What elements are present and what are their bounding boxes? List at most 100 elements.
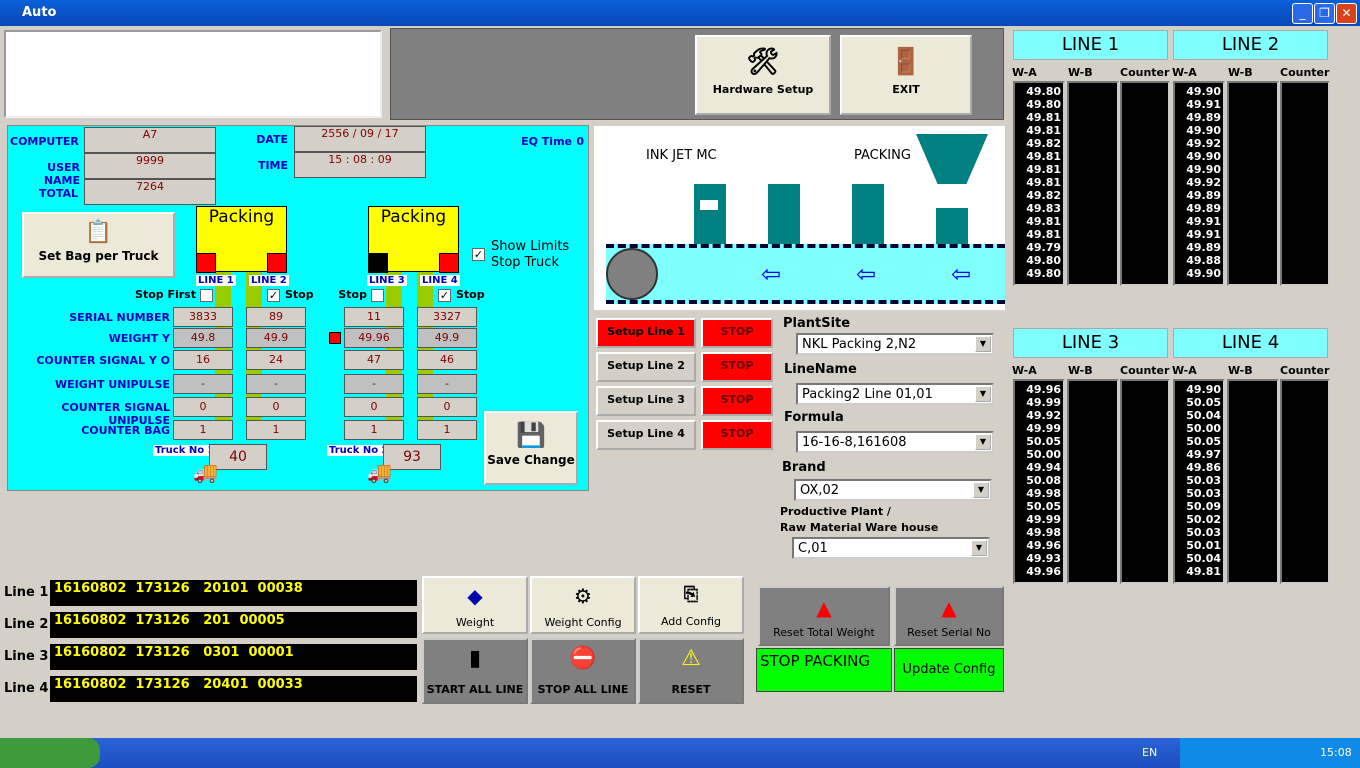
setup-line-button[interactable]: Setup Line 3 xyxy=(596,386,696,416)
chevron-down-icon[interactable]: ▼ xyxy=(973,482,989,498)
brand-select[interactable]: OX,02 ▼ xyxy=(794,479,992,501)
setup-line-button[interactable]: Setup Line 4 xyxy=(596,420,696,450)
code-line-display: 16160802 173126 201 00005 xyxy=(50,612,417,638)
taskbar: EN 15:08 xyxy=(0,738,1360,768)
scale-icon: ◆ xyxy=(467,584,483,608)
code-line-label: Line 4 xyxy=(4,681,49,696)
counter-list[interactable] xyxy=(1120,81,1170,286)
station xyxy=(852,184,884,244)
conveyor-belt: ⇦ ⇦ ⇦ xyxy=(606,244,1005,304)
start-all-label: START ALL LINE xyxy=(426,683,524,696)
warning-icon: ▲ xyxy=(816,596,832,620)
update-config-button[interactable]: Update Config xyxy=(894,648,1004,692)
exit-button[interactable]: 🚪 EXIT xyxy=(840,35,972,115)
row-label: WEIGHT Y xyxy=(108,332,170,345)
line-label: LINE 1 xyxy=(196,275,236,286)
code-line-display: 16160802 173126 0301 00001 xyxy=(50,644,417,670)
weight-entry: 49.91 xyxy=(1186,228,1221,241)
weight-entry: 49.99 xyxy=(1026,422,1061,435)
weight-entry: 49.90 xyxy=(1186,85,1221,98)
reset-serial-no-button[interactable]: ▲ Reset Serial No xyxy=(894,586,1004,646)
reset-total-weight-button[interactable]: ▲ Reset Total Weight xyxy=(758,586,890,646)
add-config-button[interactable]: ⎘ Add Config xyxy=(638,576,744,634)
stop-checkbox[interactable] xyxy=(200,289,213,302)
wb-list[interactable] xyxy=(1227,379,1279,584)
eq-time-label: EQ Time xyxy=(521,135,572,148)
chevron-down-icon[interactable]: ▼ xyxy=(975,386,991,402)
stop-checkbox[interactable]: ✓ xyxy=(267,289,280,302)
wb-list[interactable] xyxy=(1067,379,1119,584)
weight-entry: 49.80 xyxy=(1026,254,1061,267)
wa-list[interactable]: 49.90 49.91 49.89 49.90 49.92 49.90 49.90 49.92… xyxy=(1173,81,1225,286)
wa-list[interactable]: 49.80 49.80 49.81 49.81 49.82 49.81 49.81 49.81… xyxy=(1013,81,1065,286)
setup-line-button[interactable]: Setup Line 1 xyxy=(596,318,696,348)
arrow-left-icon: ⇦ xyxy=(856,260,877,288)
wa-list[interactable]: 49.90 50.05 50.04 50.00 50.05 49.97 49.86 50.03… xyxy=(1173,379,1225,584)
start-button[interactable] xyxy=(0,738,100,768)
stop-checkbox[interactable] xyxy=(371,289,384,302)
line-stop-button[interactable]: STOP xyxy=(701,318,773,348)
line-stop-button[interactable]: STOP xyxy=(701,386,773,416)
weight-entry: 49.96 xyxy=(1026,565,1061,578)
weight-entry: 49.96 xyxy=(1026,383,1061,396)
truck-icon: 🚚 xyxy=(367,460,392,484)
add-config-icon: ⎘ xyxy=(683,584,699,605)
reset-button[interactable]: ⚠ RESET xyxy=(638,638,744,704)
arrow-left-icon: ⇦ xyxy=(761,260,782,288)
formula-select[interactable]: 16-16-8,161608 ▼ xyxy=(796,431,994,453)
username-value: 9999 xyxy=(84,153,216,179)
line-value: 47 xyxy=(344,350,404,370)
maximize-button[interactable]: ❐ xyxy=(1314,3,1335,24)
weight-entry: 49.80 xyxy=(1026,267,1061,280)
chevron-down-icon[interactable]: ▼ xyxy=(975,336,991,352)
setup-line-button[interactable]: Setup Line 2 xyxy=(596,352,696,382)
plant-select[interactable]: C,01 ▼ xyxy=(792,537,990,559)
weight-entry: 50.05 xyxy=(1186,435,1221,448)
add-config-label: Add Config xyxy=(660,615,722,628)
close-button[interactable]: ✕ xyxy=(1336,3,1357,24)
weight-entry: 49.81 xyxy=(1026,228,1061,241)
linename-select[interactable]: Packing2 Line 01,01 ▼ xyxy=(796,383,994,405)
weight-config-button[interactable]: ⚙ Weight Config xyxy=(530,576,636,634)
weight-entry: 49.97 xyxy=(1186,448,1221,461)
truck-icon: 🚚 xyxy=(193,460,218,484)
stop-checkbox[interactable]: ✓ xyxy=(438,289,451,302)
set-bag-per-truck-button[interactable]: 📋 Set Bag per Truck xyxy=(22,212,175,278)
chevron-down-icon[interactable]: ▼ xyxy=(971,540,987,556)
save-change-button[interactable]: 💾 Save Change xyxy=(484,411,578,485)
start-all-line-button[interactable]: ▮ START ALL LINE xyxy=(422,638,528,704)
reset-serial-label: Reset Serial No xyxy=(907,626,991,639)
wb-list[interactable] xyxy=(1227,81,1279,286)
line-value: 89 xyxy=(246,307,306,327)
weight-entry: 49.79 xyxy=(1026,241,1061,254)
line-stop-button[interactable]: STOP xyxy=(701,420,773,450)
weight-entry: 49.80 xyxy=(1026,85,1061,98)
line-value: 16 xyxy=(173,350,233,370)
monitor-title: LINE 3 xyxy=(1013,328,1168,358)
language-indicator[interactable]: EN xyxy=(1142,746,1157,759)
show-limits-checkbox[interactable]: ✓ xyxy=(472,248,485,261)
col-wb-header: W-B xyxy=(1068,66,1093,79)
chevron-down-icon[interactable]: ▼ xyxy=(975,434,991,450)
stop-all-line-button[interactable]: ⛔ STOP ALL LINE xyxy=(530,638,636,704)
counter-list[interactable] xyxy=(1120,379,1170,584)
counter-list[interactable] xyxy=(1280,81,1330,286)
plantsite-select[interactable]: NKL Packing 2,N2 ▼ xyxy=(796,333,994,355)
wa-list[interactable]: 49.96 49.99 49.92 49.99 50.05 50.00 49.94 50.08… xyxy=(1013,379,1065,584)
counter-list[interactable] xyxy=(1280,379,1330,584)
weight-entry: 49.81 xyxy=(1186,565,1221,578)
hardware-setup-button[interactable]: 🛠 Hardware Setup xyxy=(695,35,831,115)
wb-list[interactable] xyxy=(1067,81,1119,286)
line-stop-button[interactable]: STOP xyxy=(701,352,773,382)
plantsite-label: PlantSite xyxy=(783,316,851,331)
weight-entry: 50.01 xyxy=(1186,539,1221,552)
time-label: TIME xyxy=(257,159,288,172)
weight-entry: 50.04 xyxy=(1186,409,1221,422)
line-value: 49.9 xyxy=(417,328,477,348)
minimize-button[interactable]: _ xyxy=(1292,3,1313,24)
weight-entry: 50.03 xyxy=(1186,474,1221,487)
weight-button[interactable]: ◆ Weight xyxy=(422,576,528,634)
bag xyxy=(936,184,968,244)
line-status-lamp xyxy=(196,253,216,273)
stop-packing-button[interactable]: STOP PACKING xyxy=(756,648,892,692)
